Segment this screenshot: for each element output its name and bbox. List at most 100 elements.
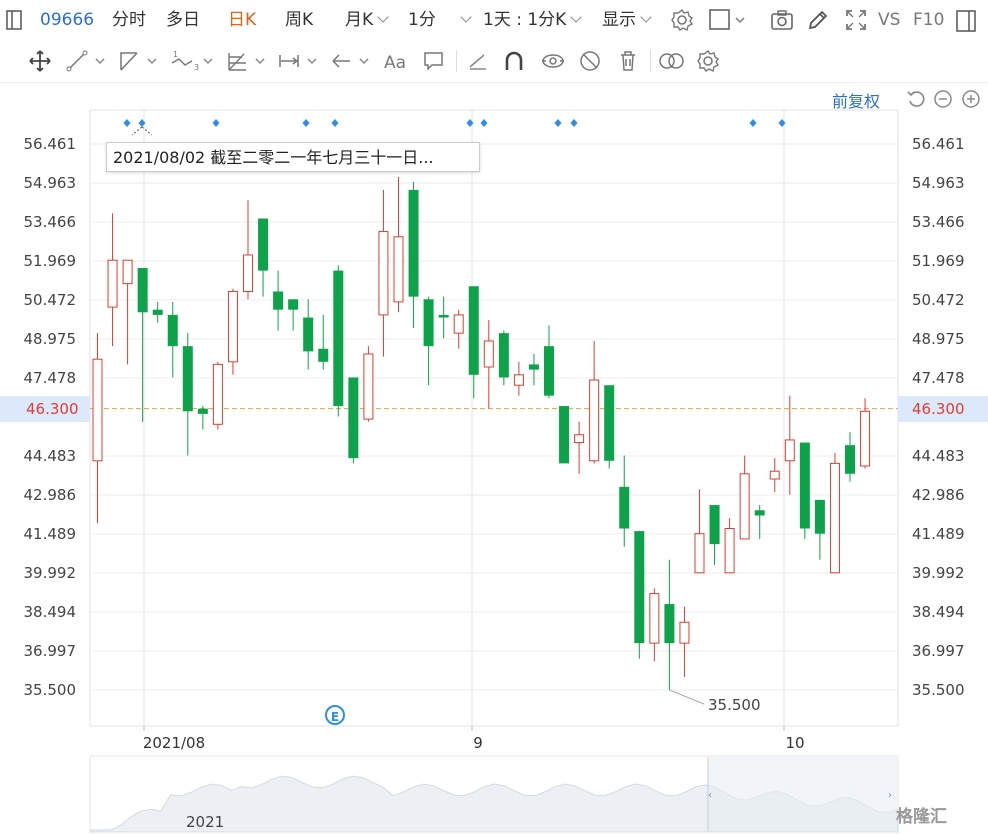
y-tick-label: 35.500 (912, 681, 965, 699)
y-tick-label: 44.483 (912, 447, 965, 465)
candle-body-down (754, 510, 765, 516)
candle-body-down (273, 291, 284, 310)
candle-body-up (513, 374, 524, 386)
candle-body-down (137, 268, 148, 313)
y-tick-label: 42.986 (24, 486, 77, 504)
candle-body-down (498, 333, 509, 378)
candle-body-up (679, 621, 690, 644)
candle-body-up (589, 379, 600, 462)
candle-body-up (453, 314, 464, 334)
candle-body-down (438, 314, 449, 318)
candle-body-up (724, 528, 735, 574)
candle-body-up (212, 363, 223, 425)
y-tick-label: 47.478 (24, 369, 77, 387)
candle-body-up (483, 340, 494, 368)
candle-body-down (182, 346, 193, 412)
y-tick-label: 41.489 (24, 525, 77, 543)
navigator-year-label: 2021 (186, 813, 225, 831)
candle-body-down (709, 505, 720, 545)
candle-body-down (664, 604, 675, 644)
y-tick-label: 35.500 (24, 681, 77, 699)
candle-body-up (227, 290, 238, 363)
x-axis: 2021/08 9 10 (143, 726, 805, 752)
candle-body-down (544, 346, 554, 396)
y-tick-label: 38.494 (24, 603, 77, 621)
candle-body-up (739, 473, 750, 540)
event-marker-icon (212, 119, 220, 127)
event-markers (123, 119, 786, 136)
candlestick-chart[interactable]: 56.461 54.963 53.466 51.969 50.472 48.975 47.4… (0, 0, 988, 834)
y-tick-label: 48.975 (912, 330, 965, 348)
plot-frame (89, 109, 899, 727)
watermark-logo: 格隆汇 (896, 802, 947, 827)
candle-body-down (634, 531, 645, 644)
candle-body-up (649, 593, 660, 644)
candle-body-down (559, 406, 570, 464)
y-tick-label: 48.975 (24, 330, 77, 348)
y-tick-label: 44.483 (24, 447, 77, 465)
y-tick-label: 47.478 (912, 369, 965, 387)
candle-body-down (423, 299, 434, 347)
candle-body-down (799, 442, 810, 529)
event-marker-icon (749, 119, 757, 127)
candles-layer (92, 176, 871, 705)
candle-body-up (243, 254, 253, 292)
candle-body-up (829, 462, 840, 574)
candle-body-down (333, 270, 344, 407)
navigator-selection (708, 757, 897, 831)
candle-body-up (92, 358, 103, 462)
y-tick-label: 36.997 (24, 642, 77, 660)
candle-body-down (845, 445, 855, 474)
candle-body-up (784, 439, 795, 462)
current-price-label-right: 46.300 (898, 396, 988, 422)
candle-body-down (167, 314, 178, 347)
x-tick-label: 10 (785, 734, 804, 752)
candle-body-down (348, 377, 359, 459)
y-tick-label: 50.472 (24, 291, 77, 309)
y-tick-label: 39.992 (24, 564, 77, 582)
tooltip-pointer (131, 126, 153, 136)
current-price-label-left: 46.300 (0, 396, 90, 422)
event-marker-icon (302, 119, 310, 127)
min-price-label: 35.500 (708, 696, 761, 714)
y-tick-label: 54.963 (24, 174, 77, 192)
x-tick-label: 2021/08 (143, 734, 205, 752)
candle-body-down (528, 364, 539, 370)
candle-body-up (107, 259, 118, 308)
candle-body-up (363, 353, 374, 420)
y-tick-label: 41.489 (912, 525, 965, 543)
event-marker-icon (480, 119, 488, 127)
candle-body-down (152, 309, 163, 315)
candle-body-down (408, 189, 419, 297)
watermark-text: 格隆汇 (896, 807, 947, 827)
navigator-right-arrow-icon: › (888, 790, 892, 801)
event-marker-icon (554, 119, 562, 127)
y-tick-label: 36.997 (912, 642, 965, 660)
chart-grid (0, 109, 988, 727)
candle-body-down (468, 286, 479, 375)
x-tick-label: 9 (473, 734, 483, 752)
y-tick-label: 51.969 (24, 252, 77, 270)
y-tick-label: 39.992 (912, 564, 965, 582)
y-tick-label: 53.466 (24, 213, 77, 231)
y-tick-label: 53.466 (912, 213, 965, 231)
candle-body-up (860, 410, 871, 467)
candle-body-down (814, 499, 825, 534)
min-price-leader (669, 689, 705, 705)
event-tooltip: 2021/08/02 截至二零二一年七月三十一日... (106, 142, 480, 172)
candle-body-down (197, 408, 208, 414)
candle-body-up (122, 259, 133, 285)
candle-body-up (393, 236, 404, 303)
candle-body-down (303, 317, 314, 352)
candle-body-up (769, 470, 780, 480)
y-tick-label: 54.963 (912, 174, 965, 192)
y-tick-label: 56.461 (24, 135, 77, 153)
candle-body-down (288, 299, 299, 310)
navigator-left-arrow-icon: ‹ (708, 790, 712, 801)
candle-body-down (318, 348, 329, 362)
y-tick-label: 38.494 (912, 603, 965, 621)
candle-body-up (378, 231, 389, 316)
candle-body-up (694, 533, 705, 574)
event-e-icon[interactable]: E (325, 705, 345, 725)
event-marker-icon (123, 119, 131, 127)
